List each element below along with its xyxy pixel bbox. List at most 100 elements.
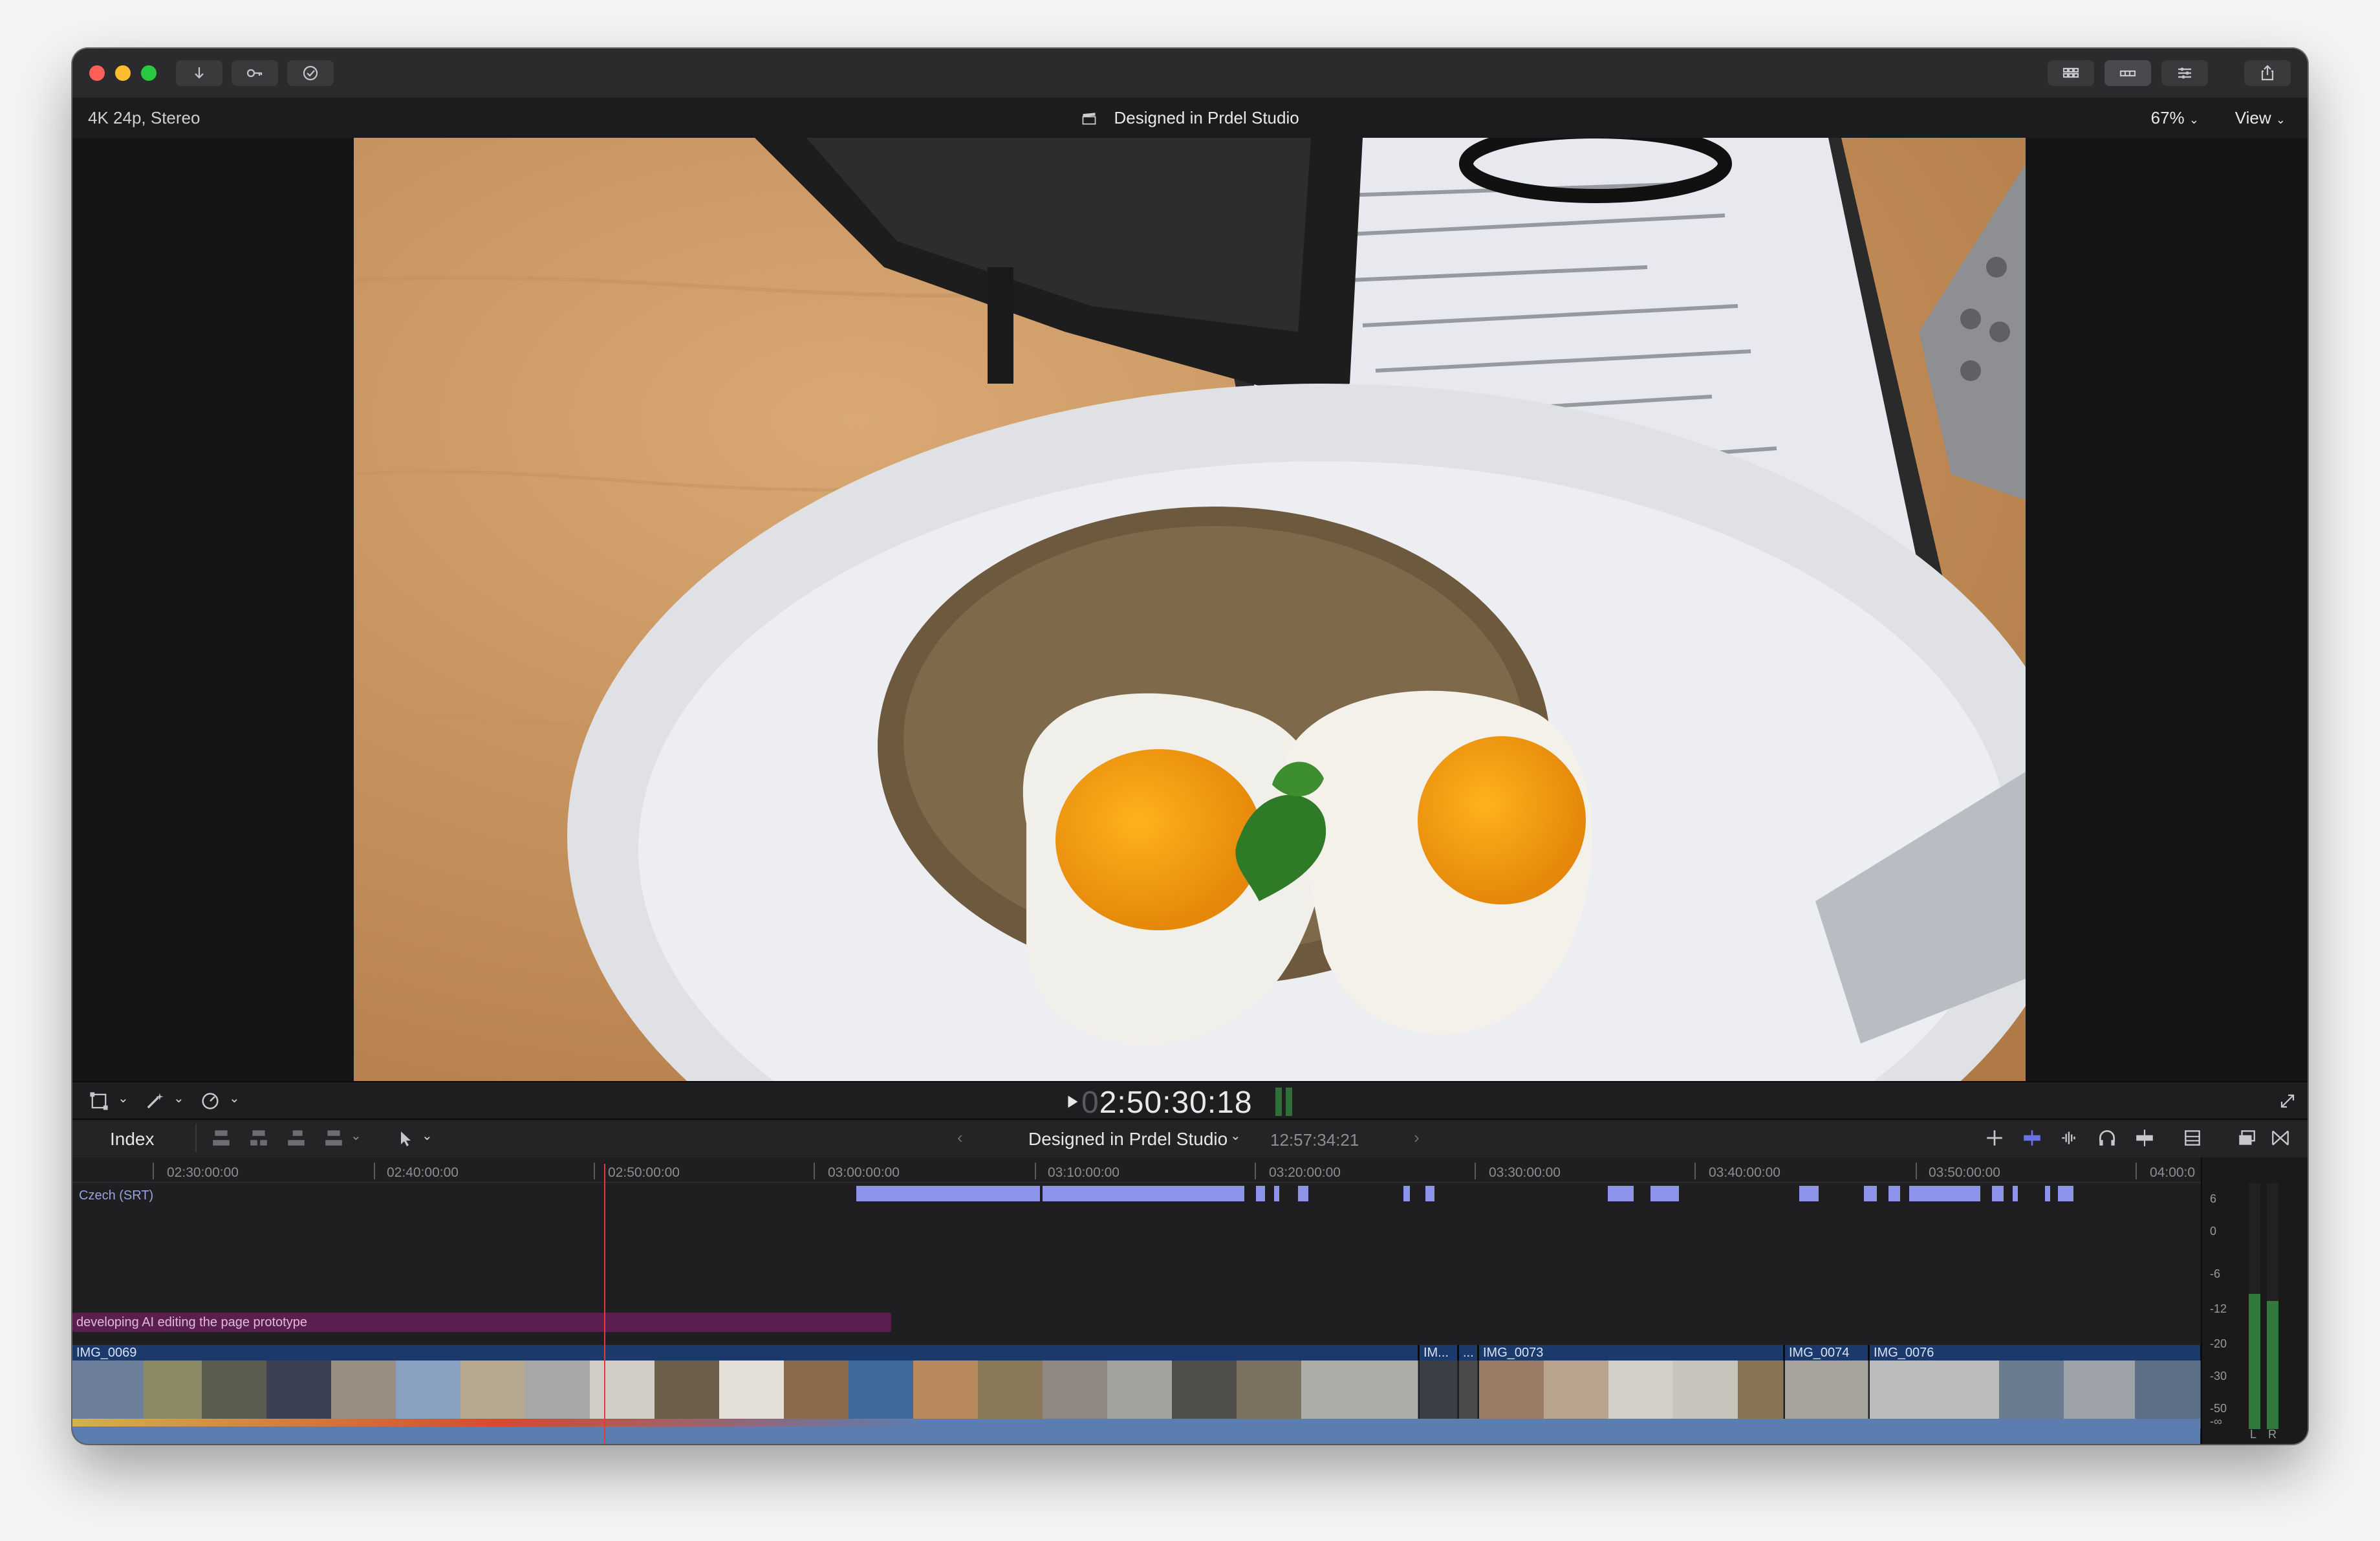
playhead[interactable] bbox=[604, 1164, 605, 1444]
background-tasks-button[interactable] bbox=[287, 60, 334, 86]
timeline[interactable]: 02:30:00:00 02:40:00:00 02:50:00:00 03:0… bbox=[72, 1157, 2275, 1444]
project-name[interactable]: Designed in Prdel Studio bbox=[1028, 1129, 1228, 1150]
toolbar bbox=[72, 49, 2308, 99]
caption-clip[interactable] bbox=[2013, 1186, 2018, 1201]
timeline-ruler[interactable]: 02:30:00:00 02:40:00:00 02:50:00:00 03:0… bbox=[72, 1163, 2275, 1183]
clip-appearance-icon[interactable] bbox=[2182, 1128, 2203, 1148]
video-clip[interactable]: IMG_0076 bbox=[1870, 1345, 2202, 1361]
mini-audio-meter-left bbox=[1275, 1087, 1282, 1116]
caption-clip[interactable] bbox=[1608, 1186, 1634, 1201]
ruler-label: 03:10:00:00 bbox=[1048, 1165, 1120, 1180]
title-clip[interactable]: developing AI editing the page prototype bbox=[72, 1313, 891, 1332]
viewer-title: Designed in Prdel Studio bbox=[72, 108, 2308, 128]
video-frame-image bbox=[354, 138, 2026, 1081]
meter-level-left bbox=[2249, 1294, 2260, 1429]
video-clip[interactable]: IMG_0073 bbox=[1479, 1345, 1785, 1361]
checkmark-icon bbox=[303, 65, 318, 81]
ruler-tick bbox=[814, 1163, 815, 1179]
chevron-down-icon[interactable]: ⌄ bbox=[173, 1090, 184, 1106]
clip-name: IMG_0074 bbox=[1789, 1346, 1850, 1360]
caption-clip[interactable] bbox=[1992, 1186, 2004, 1201]
connect-clip-icon[interactable] bbox=[211, 1128, 232, 1148]
caption-clip[interactable] bbox=[2045, 1186, 2050, 1201]
ruler-label: 03:20:00:00 bbox=[1269, 1165, 1341, 1180]
audio-skimming-icon[interactable] bbox=[2022, 1128, 2042, 1148]
caption-clip[interactable] bbox=[1274, 1186, 1279, 1201]
meter-scale-label: -20 bbox=[2210, 1337, 2227, 1350]
timeline-toggle-button[interactable] bbox=[2104, 60, 2151, 86]
zoom-menu[interactable]: 67% ⌄ bbox=[2151, 108, 2199, 128]
video-frame[interactable] bbox=[354, 138, 2026, 1081]
caption-clip[interactable] bbox=[1650, 1186, 1679, 1201]
select-tool-icon[interactable] bbox=[396, 1129, 415, 1148]
timecode-value: 2:50:30:18 bbox=[1099, 1086, 1253, 1120]
video-clip[interactable]: ... bbox=[1459, 1345, 1479, 1361]
ruler-tick bbox=[1035, 1163, 1036, 1179]
viewer-controls: ⌄ ⌄ ⌄ 02:50:30:18 bbox=[72, 1081, 2308, 1120]
clip-name: IMG_0076 bbox=[1874, 1346, 1934, 1360]
snapping-icon[interactable] bbox=[2134, 1128, 2155, 1148]
append-clip-icon[interactable] bbox=[286, 1128, 307, 1148]
back-arrow-icon[interactable]: ‹ bbox=[957, 1128, 963, 1148]
chevron-down-icon[interactable]: ⌄ bbox=[118, 1090, 129, 1106]
mini-audio-meter-right bbox=[1286, 1087, 1292, 1116]
caption-clip[interactable] bbox=[1256, 1186, 1265, 1201]
meter-scale-label: 0 bbox=[2210, 1225, 2217, 1238]
magic-wand-icon[interactable] bbox=[144, 1090, 166, 1112]
ruler-label: 04:00:0 bbox=[2150, 1165, 2196, 1180]
forward-arrow-icon[interactable]: › bbox=[1414, 1128, 1420, 1148]
headphones-icon[interactable] bbox=[2097, 1128, 2117, 1148]
effects-browser-icon[interactable] bbox=[2236, 1128, 2257, 1148]
transitions-browser-icon[interactable] bbox=[2270, 1128, 2291, 1148]
caption-clip[interactable] bbox=[1888, 1186, 1900, 1201]
close-window-button[interactable] bbox=[89, 65, 105, 81]
ruler-tick bbox=[153, 1163, 154, 1179]
keywords-button[interactable] bbox=[232, 60, 278, 86]
video-clip[interactable]: IM... bbox=[1420, 1345, 1459, 1361]
insert-clip-icon[interactable] bbox=[248, 1128, 269, 1148]
zoom-window-button[interactable] bbox=[141, 65, 157, 81]
meter-channel-label: L bbox=[2250, 1428, 2257, 1441]
caption-clip[interactable] bbox=[1799, 1186, 1819, 1201]
chevron-down-icon[interactable]: ⌄ bbox=[351, 1128, 362, 1144]
index-button[interactable]: Index bbox=[110, 1129, 155, 1150]
meter-scale-label: 6 bbox=[2210, 1192, 2217, 1205]
overwrite-clip-icon[interactable] bbox=[323, 1128, 344, 1148]
audio-peak-strip bbox=[72, 1419, 2200, 1426]
viewer-title-text: Designed in Prdel Studio bbox=[1114, 108, 1299, 127]
caption-clip[interactable] bbox=[1298, 1186, 1308, 1201]
timecode-display[interactable]: 02:50:30:18 bbox=[1081, 1085, 1253, 1120]
video-clip[interactable]: IMG_0069 bbox=[72, 1345, 1420, 1361]
speedometer-icon[interactable] bbox=[199, 1090, 221, 1112]
caption-clip[interactable] bbox=[1043, 1186, 1244, 1201]
caption-clip[interactable] bbox=[2058, 1186, 2073, 1201]
share-icon bbox=[2261, 65, 2274, 81]
view-menu[interactable]: View ⌄ bbox=[2235, 108, 2286, 128]
transform-icon[interactable] bbox=[88, 1090, 110, 1112]
caption-clip[interactable] bbox=[856, 1186, 1040, 1201]
caption-clip[interactable] bbox=[1403, 1186, 1410, 1201]
ruler-label: 02:40:00:00 bbox=[387, 1165, 459, 1180]
video-clip[interactable]: IMG_0074 bbox=[1785, 1345, 1870, 1361]
title-clip-label: developing AI editing the page prototype bbox=[76, 1315, 307, 1329]
caption-clip[interactable] bbox=[1425, 1186, 1434, 1201]
share-button[interactable] bbox=[2244, 60, 2291, 86]
chevron-down-icon[interactable]: ⌄ bbox=[1230, 1128, 1241, 1144]
project-duration: 12:57:34:21 bbox=[1270, 1130, 1359, 1150]
caption-clip[interactable] bbox=[1909, 1186, 1980, 1201]
inspector-toggle-button[interactable] bbox=[2161, 60, 2208, 86]
video-skimming-icon[interactable] bbox=[1984, 1128, 2005, 1148]
import-button[interactable] bbox=[176, 60, 222, 86]
audio-waveform[interactable] bbox=[72, 1426, 2200, 1444]
browser-toggle-button[interactable] bbox=[2048, 60, 2094, 86]
waveform-icon[interactable] bbox=[2059, 1128, 2080, 1148]
fullscreen-icon[interactable] bbox=[2278, 1091, 2297, 1111]
chevron-down-icon[interactable]: ⌄ bbox=[422, 1128, 433, 1144]
minimize-window-button[interactable] bbox=[115, 65, 131, 81]
caption-clip[interactable] bbox=[1864, 1186, 1877, 1201]
chevron-down-icon[interactable]: ⌄ bbox=[229, 1090, 240, 1106]
meter-channel-label: R bbox=[2268, 1428, 2277, 1441]
play-icon[interactable] bbox=[1063, 1093, 1081, 1111]
browser-icon bbox=[2062, 67, 2079, 78]
ruler-label: 02:30:00:00 bbox=[167, 1165, 239, 1180]
